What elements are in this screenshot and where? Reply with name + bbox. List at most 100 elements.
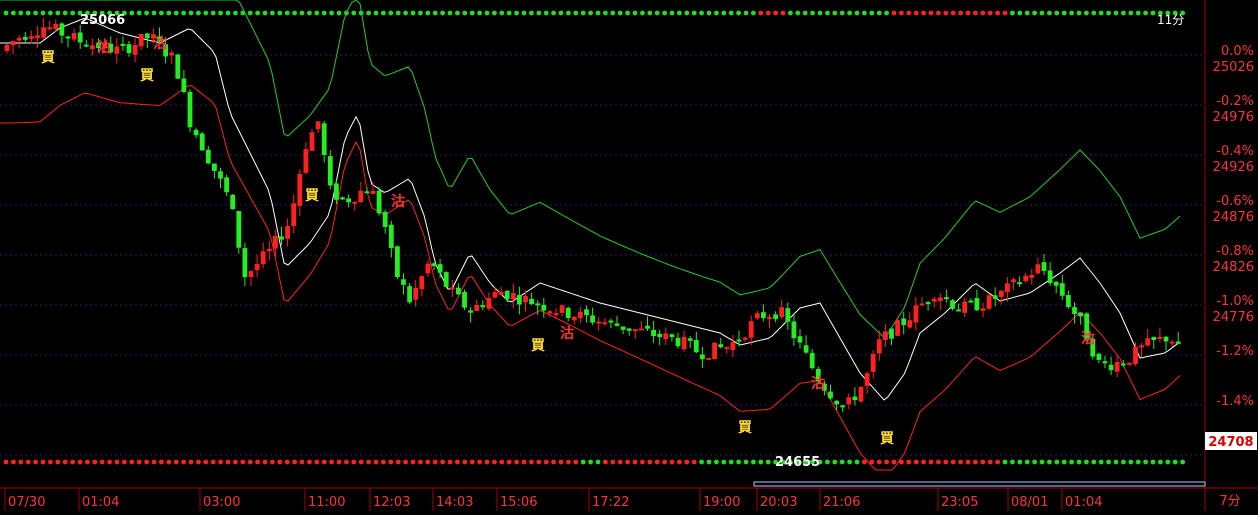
status-dot-top	[839, 10, 845, 16]
status-dot-bottom	[425, 459, 431, 465]
candle-down	[205, 149, 211, 164]
status-dot-bottom	[307, 459, 312, 465]
candle-down	[1072, 307, 1077, 315]
candle-up	[10, 41, 16, 46]
candle-down	[388, 224, 394, 249]
candle-down	[1078, 312, 1083, 317]
candle-down	[614, 323, 620, 326]
top-right-label: 11分	[1157, 13, 1184, 27]
candle-down	[1120, 363, 1126, 366]
candle-up	[291, 203, 297, 227]
status-dot-top	[832, 10, 838, 16]
status-dot-top	[210, 10, 216, 16]
candle-down	[1163, 336, 1169, 342]
status-dot-top	[151, 10, 157, 16]
status-dot-bottom	[1135, 459, 1141, 465]
scroll-bar[interactable]	[753, 481, 1206, 487]
status-dot-top	[891, 10, 897, 16]
candle-up	[571, 316, 577, 321]
candle-up	[1011, 279, 1016, 283]
status-dot-top	[558, 10, 564, 16]
status-dot-bottom	[477, 459, 482, 465]
status-dot-bottom	[418, 459, 423, 465]
status-dot-top	[203, 10, 209, 16]
grid-layer	[0, 54, 1205, 456]
status-dot-bottom	[114, 459, 120, 465]
status-dot-top	[366, 10, 371, 16]
status-dot-bottom	[832, 459, 838, 465]
status-dot-top	[351, 10, 357, 16]
status-dot-bottom	[240, 459, 246, 465]
status-dot-top	[788, 10, 793, 16]
status-dot-bottom	[455, 459, 460, 465]
candle-up	[1035, 264, 1041, 274]
sell-signal: 沽	[1081, 330, 1095, 347]
candle-up	[498, 291, 504, 296]
status-dot-bottom	[40, 459, 46, 465]
status-dot-bottom	[566, 459, 571, 465]
candle-up	[663, 333, 669, 340]
candle-down	[693, 340, 699, 353]
status-dot-top	[825, 10, 830, 16]
candle-up	[742, 337, 748, 340]
status-dot-top	[1061, 10, 1067, 16]
status-dot-bottom	[1047, 459, 1052, 465]
status-dot-bottom	[484, 459, 490, 465]
y-label-price: 24976	[1213, 110, 1254, 125]
status-dot-rows	[3, 10, 1185, 465]
status-dot-top	[699, 10, 704, 16]
status-dot-top	[936, 10, 941, 16]
status-dot-top	[25, 10, 31, 16]
status-dot-top	[247, 10, 253, 16]
status-dot-top	[159, 10, 164, 16]
status-dot-bottom	[736, 459, 741, 465]
status-dot-top	[654, 10, 660, 16]
candle-down	[431, 263, 437, 267]
status-dot-bottom	[647, 459, 653, 465]
status-dot-bottom	[1150, 459, 1156, 465]
status-dot-bottom	[107, 459, 112, 465]
status-dot-bottom	[447, 459, 453, 465]
candle-up	[419, 276, 425, 290]
status-dot-bottom	[936, 459, 941, 465]
candle-down	[803, 345, 809, 353]
candle-up	[254, 263, 260, 271]
status-dot-bottom	[588, 459, 593, 465]
candle-up	[16, 37, 22, 41]
status-dot-top	[573, 10, 579, 16]
status-dot-bottom	[314, 459, 320, 465]
candle-up	[297, 173, 303, 206]
status-dot-bottom	[632, 459, 638, 465]
sell-signal: 沽	[811, 375, 825, 392]
status-dot-bottom	[1069, 459, 1074, 465]
status-dot-top	[1017, 10, 1023, 16]
status-dot-top	[714, 10, 719, 16]
candle-up	[413, 287, 419, 300]
status-dot-top	[196, 10, 201, 16]
x-tick-label: 21:06	[823, 495, 860, 510]
status-dot-bottom	[159, 459, 164, 465]
candle-down	[1096, 353, 1102, 360]
y-label-pct: -1.4%	[1216, 394, 1254, 409]
status-dot-top	[691, 10, 697, 16]
status-dot-bottom	[1121, 459, 1126, 465]
candle-up	[47, 27, 53, 30]
candle-down	[187, 92, 193, 128]
status-dot-top	[869, 10, 875, 16]
status-dot-bottom	[1158, 459, 1163, 465]
status-dot-top	[506, 10, 512, 16]
status-dot-top	[758, 10, 764, 16]
status-dot-top	[625, 10, 630, 16]
candle-up	[681, 336, 687, 350]
candle-up	[303, 149, 309, 173]
candle-up	[1169, 341, 1175, 344]
candle-down	[437, 264, 443, 273]
status-dot-bottom	[1098, 459, 1104, 465]
status-dot-bottom	[891, 459, 897, 465]
candle-down	[645, 325, 650, 329]
candle-up	[273, 236, 278, 249]
status-dot-bottom	[928, 459, 934, 465]
status-dot-top	[1024, 10, 1030, 16]
status-dot-bottom	[336, 459, 342, 465]
y-label-pct: -1.0%	[1216, 294, 1254, 309]
